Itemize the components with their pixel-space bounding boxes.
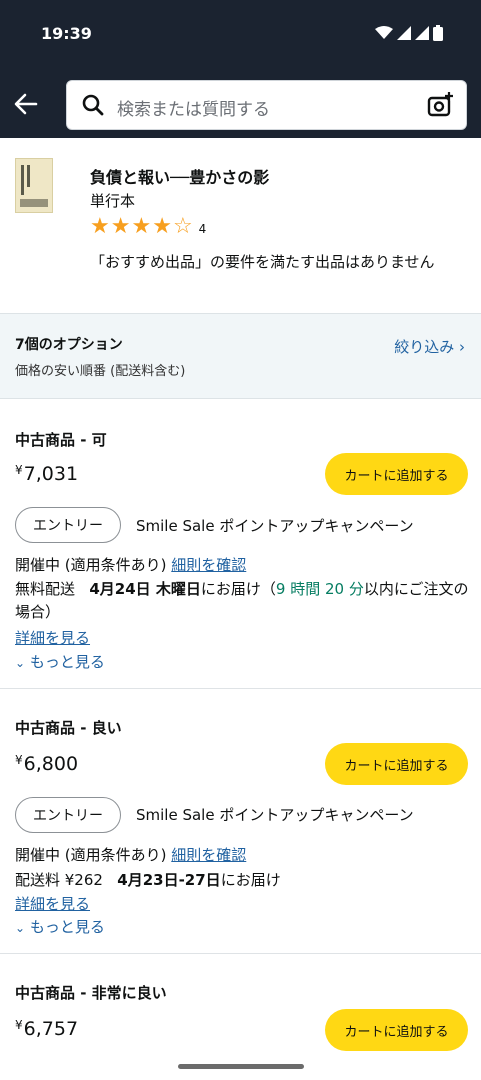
status-time: 19:39: [41, 24, 92, 43]
options-count: 7個のオプション: [15, 337, 123, 353]
battery-icon: [433, 25, 443, 41]
rating-count: 4: [198, 222, 207, 236]
wifi-icon: [375, 26, 393, 39]
add-to-cart-button[interactable]: カートに追加する: [325, 743, 468, 785]
campaign-name: Smile Sale ポイントアップキャンペーン: [136, 517, 414, 535]
offer-item: 中古商品 - 可 ¥7,031 カートに追加する エントリー Smile Sal…: [0, 399, 481, 689]
campaign-status: 開催中 (適用条件あり) 細則を確認: [15, 846, 247, 864]
options-bar: 7個のオプション 価格の安い順番 (配送料含む) 絞り込み ›: [0, 313, 481, 399]
search-header: 検索または質問する: [0, 68, 481, 138]
offer-price: ¥7,031: [15, 463, 79, 485]
offer-item: 中古商品 - 良い ¥6,800 カートに追加する エントリー Smile Sa…: [0, 689, 481, 954]
product-thumbnail[interactable]: [15, 158, 53, 213]
signal-icon: [397, 26, 411, 40]
status-icons: [375, 25, 443, 41]
offer-condition: 中古商品 - 良い: [15, 719, 122, 737]
star-filled-icon: ★: [110, 214, 131, 239]
star-rating[interactable]: ★ ★ ★ ★ ☆ 4: [90, 216, 206, 238]
gesture-nav-handle[interactable]: [178, 1064, 304, 1069]
offer-price: ¥6,800: [15, 753, 79, 775]
entry-button[interactable]: エントリー: [15, 507, 121, 543]
details-link[interactable]: 詳細を見る: [15, 627, 90, 648]
chevron-down-icon: ⌄: [15, 921, 26, 935]
rules-link[interactable]: 細則を確認: [171, 846, 246, 864]
search-placeholder: 検索または質問する: [117, 100, 270, 120]
campaign-name: Smile Sale ポイントアップキャンペーン: [136, 806, 414, 824]
signal-icon-2: [415, 26, 429, 40]
star-filled-icon: ★: [131, 214, 152, 239]
search-icon: [82, 94, 104, 116]
product-title[interactable]: 負債と報い──豊かさの影: [90, 164, 269, 188]
details-link[interactable]: 詳細を見る: [15, 893, 90, 914]
add-to-cart-button[interactable]: カートに追加する: [325, 453, 468, 495]
featured-offer-notice: 「おすすめ出品」の要件を満たす出品はありません: [90, 253, 435, 271]
offer-condition: 中古商品 - 非常に良い: [15, 984, 167, 1002]
offer-price: ¥6,757: [15, 1018, 79, 1040]
see-more-link[interactable]: ⌄ もっと見る: [15, 916, 105, 937]
filter-link[interactable]: 絞り込み ›: [394, 336, 465, 357]
add-to-cart-button[interactable]: カートに追加する: [325, 1009, 468, 1051]
star-empty-icon: ☆: [172, 214, 193, 239]
product-format: 単行本: [90, 192, 136, 210]
star-filled-icon: ★: [90, 214, 110, 239]
sort-description: 価格の安い順番 (配送料含む): [15, 364, 186, 379]
status-bar: 19:39: [0, 0, 481, 68]
see-more-link[interactable]: ⌄ もっと見る: [15, 651, 105, 672]
offer-condition: 中古商品 - 可: [15, 431, 107, 449]
rules-link[interactable]: 細則を確認: [171, 556, 246, 574]
offer-item: 中古商品 - 非常に良い ¥6,757 カートに追加する: [0, 954, 481, 1080]
star-filled-icon: ★: [152, 214, 172, 239]
product-summary: 負債と報い──豊かさの影 単行本 ★ ★ ★ ★ ☆ 4 「おすすめ出品」の要件…: [0, 138, 481, 313]
delivery-info: 配送料 ¥262 4月23日-27日にお届け: [15, 871, 281, 889]
campaign-status: 開催中 (適用条件あり) 細則を確認: [15, 556, 247, 574]
entry-button[interactable]: エントリー: [15, 797, 121, 833]
search-input[interactable]: 検索または質問する: [66, 80, 467, 130]
back-arrow-icon[interactable]: [12, 90, 40, 118]
delivery-info: 無料配送 4月24日 木曜日にお届け（9 時間 20 分以内にご注文の場合）: [15, 580, 469, 621]
chevron-down-icon: ⌄: [15, 656, 26, 670]
camera-search-icon[interactable]: [426, 91, 454, 119]
